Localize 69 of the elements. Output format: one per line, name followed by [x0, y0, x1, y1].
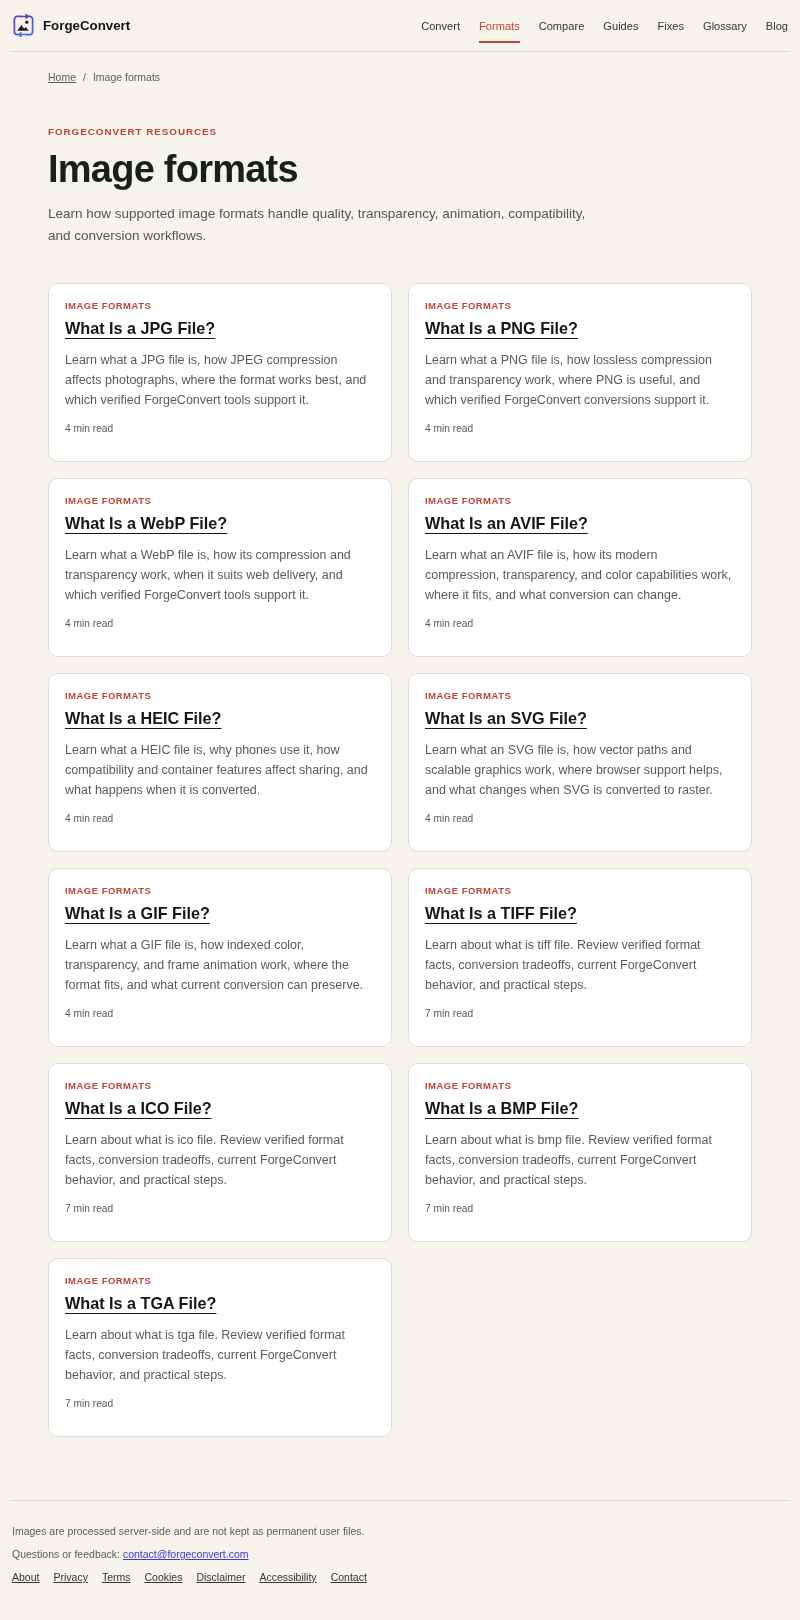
article-title-link[interactable]: What Is a TGA File?: [65, 1293, 217, 1313]
article-summary: Learn about what is ico file. Review verified format facts, conversion tradeoffs, current ForgeConvert behavior, and practical steps.: [65, 1132, 345, 1189]
nav-link[interactable]: Glossary: [703, 0, 747, 43]
article-summary: Learn what a PNG file is, how lossless compression and transparency work, where PNG is useful, and which verified ForgeConvert conversions support it.: [425, 352, 713, 409]
read-time: 4 min read: [65, 422, 114, 436]
read-time: 4 min read: [425, 617, 474, 631]
read-time: 7 min read: [65, 1397, 114, 1411]
footer-link[interactable]: Terms: [101, 1570, 131, 1584]
read-time: 4 min read: [425, 812, 474, 826]
footer-link[interactable]: Cookies: [144, 1570, 183, 1584]
article-summary: Learn what a GIF file is, how indexed color, transparency, and frame animation work, where the format fits, and what current conversion can preserve.: [65, 937, 365, 994]
article-title-link[interactable]: What Is a BMP File?: [425, 1098, 579, 1118]
category-label: IMAGE FORMATS: [65, 1079, 152, 1093]
page-title: Image formats: [48, 148, 299, 190]
logo-icon[interactable]: [12, 14, 35, 37]
read-time: 7 min read: [65, 1202, 114, 1216]
article-summary: Learn what a WebP file is, how its compression and transparency work, when it suits web delivery, and which verified ForgeConvert tools support it.: [65, 547, 352, 604]
article-title-link[interactable]: What Is an SVG File?: [425, 708, 587, 728]
breadcrumb-link[interactable]: Home: [48, 70, 76, 84]
category-label: IMAGE FORMATS: [425, 689, 512, 703]
read-time: 4 min read: [425, 422, 474, 436]
category-label: IMAGE FORMATS: [425, 494, 512, 508]
read-time: 4 min read: [65, 617, 114, 631]
footer-link[interactable]: Accessibility: [259, 1570, 317, 1584]
section-eyebrow: FORGECONVERT RESOURCES: [48, 125, 219, 139]
page-intro: Learn how supported image formats handle quality, transparency, animation, compatibility, and conversion workflows.: [48, 205, 587, 245]
article-title-link[interactable]: What Is a WebP File?: [65, 513, 228, 533]
nav-link[interactable]: Blog: [765, 0, 788, 43]
category-label: IMAGE FORMATS: [425, 1079, 512, 1093]
nav-link[interactable]: Fixes: [657, 0, 684, 43]
category-label: IMAGE FORMATS: [65, 1274, 152, 1288]
breadcrumb-separator: /: [83, 70, 86, 84]
category-label: IMAGE FORMATS: [425, 884, 512, 898]
nav-link[interactable]: Compare: [538, 0, 585, 43]
article-summary: Learn what a JPG file is, how JPEG compression affects photographs, where the format works best, and which verified ForgeConvert tools support it.: [65, 352, 368, 409]
article-title-link[interactable]: What Is a TIFF File?: [425, 903, 577, 923]
article-title-link[interactable]: What Is a GIF File?: [65, 903, 210, 923]
article-summary: Learn about what is bmp file. Review verified format facts, conversion tradeoffs, current ForgeConvert behavior, and practical steps.: [425, 1132, 713, 1189]
category-label: IMAGE FORMATS: [65, 689, 152, 703]
category-label: IMAGE FORMATS: [65, 299, 152, 313]
footer-link[interactable]: About: [12, 1570, 40, 1584]
brand-name[interactable]: ForgeConvert: [43, 18, 131, 33]
footer-link[interactable]: Contact: [330, 1570, 367, 1584]
category-label: IMAGE FORMATS: [65, 884, 152, 898]
read-time: 7 min read: [425, 1007, 474, 1021]
article-title-link[interactable]: What Is a PNG File?: [425, 318, 578, 338]
contact-text: Questions or feedback: contact@forgeconvert.com: [12, 1547, 250, 1561]
read-time: 7 min read: [425, 1202, 474, 1216]
footer-link[interactable]: Privacy: [53, 1570, 88, 1584]
article-summary: Learn what an AVIF file is, how its modern compression, transparency, and color capabilities work, where it fits, and what conversion can change.: [425, 547, 732, 604]
email-link[interactable]: contact@forgeconvert.com: [122, 1548, 249, 1560]
article-summary: Learn about what is tiff file. Review verified format facts, conversion tradeoffs, current ForgeConvert behavior, and practical steps.: [425, 937, 702, 994]
nav-link[interactable]: Convert: [421, 0, 460, 43]
article-title-link[interactable]: What Is a HEIC File?: [65, 708, 222, 728]
category-label: IMAGE FORMATS: [425, 299, 512, 313]
nav-link[interactable]: Formats: [479, 0, 520, 43]
footer-notice: Images are processed server-side and are not kept as permanent user files.: [12, 1524, 366, 1538]
read-time: 4 min read: [65, 1007, 114, 1021]
article-summary: Learn about what is tga file. Review verified format facts, conversion tradeoffs, current ForgeConvert behavior, and practical steps.: [65, 1327, 346, 1384]
footer-link[interactable]: Disclaimer: [196, 1570, 246, 1584]
article-title-link[interactable]: What Is a ICO File?: [65, 1098, 212, 1118]
article-title-link[interactable]: What Is an AVIF File?: [425, 513, 588, 533]
read-time: 4 min read: [65, 812, 114, 826]
breadcrumb-current: Image formats: [92, 70, 161, 84]
category-label: IMAGE FORMATS: [65, 494, 152, 508]
article-title-link[interactable]: What Is a JPG File?: [65, 318, 216, 338]
article-summary: Learn what an SVG file is, how vector paths and scalable graphics work, where browser support helps, and what changes when SVG is converted to raster.: [425, 742, 724, 799]
article-summary: Learn what a HEIC file is, why phones use it, how compatibility and container features affect sharing, and what happens when it is converted.: [65, 742, 369, 799]
nav-link[interactable]: Guides: [603, 0, 639, 43]
